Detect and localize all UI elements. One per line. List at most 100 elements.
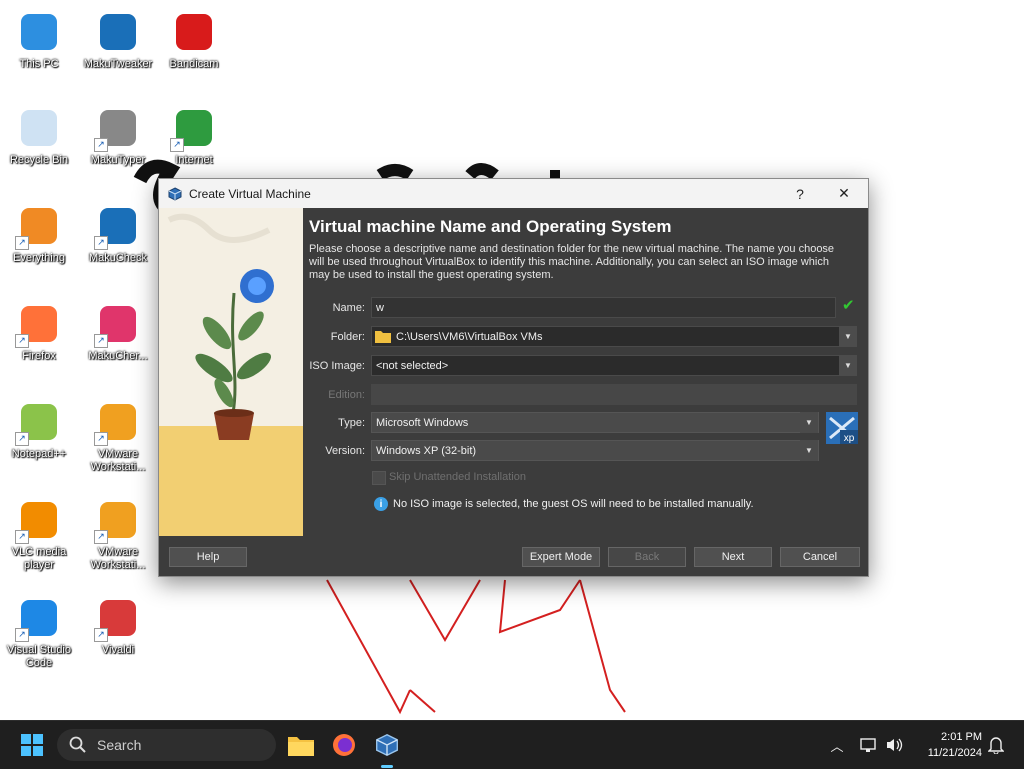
vmware-icon: ↗ (94, 496, 142, 544)
type-dropdown-arrow-icon[interactable]: ▼ (800, 412, 818, 433)
desktop-icon[interactable]: ↗ VLC media player (2, 496, 76, 572)
bell-icon (988, 737, 1004, 754)
desktop-icon-label: Everything (13, 252, 65, 264)
virtualbox-icon (168, 186, 182, 201)
type-combobox[interactable]: Microsoft Windows (371, 412, 819, 433)
desktop-icon[interactable]: ↗ MakuCheck (81, 202, 155, 265)
wizard-illustration (159, 208, 303, 536)
expert-mode-button[interactable]: Expert Mode (522, 547, 600, 567)
help-title-button[interactable]: ? (780, 179, 820, 208)
desktop-icon-label: Firefox (22, 350, 56, 362)
desktop-icon[interactable]: ↗ MakuCher... (81, 300, 155, 363)
info-message: i No ISO image is selected, the guest OS… (374, 497, 754, 511)
start-button[interactable] (16, 729, 48, 761)
info-icon: i (374, 497, 388, 511)
button-bar: Help Expert Mode Back Next Cancel (159, 538, 868, 576)
desktop-icon[interactable]: ↗ Firefox (2, 300, 76, 363)
network-icon[interactable] (858, 729, 880, 761)
desktop-icon[interactable]: ↗ VMware Workstati... (81, 398, 155, 474)
makucher-icon: ↗ (94, 300, 142, 348)
edition-combobox (371, 384, 857, 405)
desktop-icon-label: MakuTweaker (83, 58, 153, 70)
next-button[interactable]: Next (694, 547, 772, 567)
desktop-icon[interactable]: ↗ VMware Workstati... (81, 496, 155, 572)
back-button: Back (608, 547, 686, 567)
shortcut-arrow-icon: ↗ (15, 432, 29, 446)
shortcut-arrow-icon: ↗ (15, 236, 29, 250)
desktop-icon-label: VMware Workstati... (90, 448, 146, 473)
shortcut-arrow-icon: ↗ (94, 138, 108, 152)
desktop-icon[interactable]: Bandicam (157, 8, 231, 71)
desktop-icon[interactable]: ↗ Everything (2, 202, 76, 265)
desktop-icon-label: Notepad++ (11, 448, 67, 460)
iso-combobox[interactable]: <not selected> (371, 355, 857, 376)
page-title: Virtual machine Name and Operating Syste… (309, 217, 672, 236)
search-placeholder: Search (97, 737, 142, 753)
folder-combobox[interactable]: C:\Users\VM6\VirtualBox VMs (371, 326, 857, 347)
windows-start-icon (21, 734, 43, 756)
iso-dropdown-arrow-icon[interactable]: ▼ (839, 355, 857, 376)
version-dropdown-arrow-icon[interactable]: ▼ (800, 440, 818, 461)
volume-icon[interactable] (882, 729, 906, 761)
edition-label: Edition: (328, 389, 365, 401)
cancel-button[interactable]: Cancel (780, 547, 860, 567)
desktop-icon[interactable]: ↗ Internet (157, 104, 231, 167)
vscode-icon: ↗ (15, 594, 63, 642)
makucheck-icon: ↗ (94, 202, 142, 250)
monitor-icon (15, 8, 63, 56)
shortcut-arrow-icon: ↗ (15, 530, 29, 544)
wizard-content: Virtual machine Name and Operating Syste… (309, 215, 860, 282)
os-type-windows-xp-icon: xp (826, 412, 858, 444)
taskbar-virtualbox[interactable] (371, 729, 403, 768)
desktop-icon[interactable]: MakuTweaker (81, 8, 155, 71)
taskbar-search[interactable]: Search (57, 729, 276, 761)
vmware-icon: ↗ (94, 398, 142, 446)
taskbar-file-explorer[interactable] (285, 729, 317, 761)
desktop-icon-label: MakuTyper (90, 154, 146, 166)
virtualbox-icon (376, 733, 398, 757)
desktop-icon-label: This PC (19, 58, 59, 70)
vivaldi-icon: ↗ (94, 594, 142, 642)
desktop-icon-label: VMware Workstati... (90, 546, 146, 571)
notifications-button[interactable] (984, 729, 1008, 761)
os-badge-text: xp (844, 433, 855, 444)
desktop-icon-label: MakuCheck (88, 252, 148, 264)
dialog-titlebar[interactable]: Create Virtual Machine ? ✕ (159, 179, 868, 208)
desktop-icon[interactable]: This PC (2, 8, 76, 71)
desktop-icon[interactable]: Recycle Bin (2, 104, 76, 167)
show-hidden-icons-button[interactable]: ︿ (822, 729, 852, 761)
desktop-icon-label: Vivaldi (101, 644, 135, 656)
folder-label: Folder: (330, 331, 365, 343)
desktop-icon[interactable]: ↗ Visual Studio Code (2, 594, 76, 670)
folder-path: C:\Users\VM6\VirtualBox VMs (396, 330, 543, 343)
desktop-icon[interactable]: ↗ Vivaldi (81, 594, 155, 657)
bandicam-icon (170, 8, 218, 56)
skip-unattended-checkbox (372, 471, 386, 485)
desktop-icon-label: Internet (175, 154, 213, 166)
everything-search-icon: ↗ (15, 202, 63, 250)
name-input[interactable]: w (371, 297, 836, 318)
shortcut-arrow-icon: ↗ (94, 236, 108, 250)
shortcut-arrow-icon: ↗ (94, 628, 108, 642)
desktop-icon[interactable]: ↗ MakuTyper (81, 104, 155, 167)
desktop-icon[interactable]: ↗ Notepad++ (2, 398, 76, 461)
version-combobox[interactable]: Windows XP (32-bit) (371, 440, 819, 461)
info-text: No ISO image is selected, the guest OS w… (393, 498, 754, 510)
shortcut-arrow-icon: ↗ (170, 138, 184, 152)
close-button[interactable]: ✕ (824, 179, 864, 208)
firefox-icon: ↗ (15, 300, 63, 348)
name-label: Name: (332, 302, 365, 314)
shortcut-arrow-icon: ↗ (94, 432, 108, 446)
folder-dropdown-arrow-icon[interactable]: ▼ (839, 326, 857, 347)
file-explorer-icon (288, 737, 314, 756)
desktop-icon-label: VLC media player (11, 546, 67, 571)
taskbar-firefox[interactable] (328, 729, 360, 761)
clock-date: 11/21/2024 (927, 747, 982, 759)
makutweaker-icon (94, 8, 142, 56)
firefox-icon (333, 734, 355, 756)
taskbar: Search ︿ 2:01 PM 11/21/2024 (0, 720, 1024, 769)
clock[interactable]: 2:01 PM 11/21/2024 (928, 729, 982, 761)
iso-label: ISO Image: (309, 360, 365, 372)
help-button[interactable]: Help (169, 547, 247, 567)
internet-download-icon: ↗ (170, 104, 218, 152)
